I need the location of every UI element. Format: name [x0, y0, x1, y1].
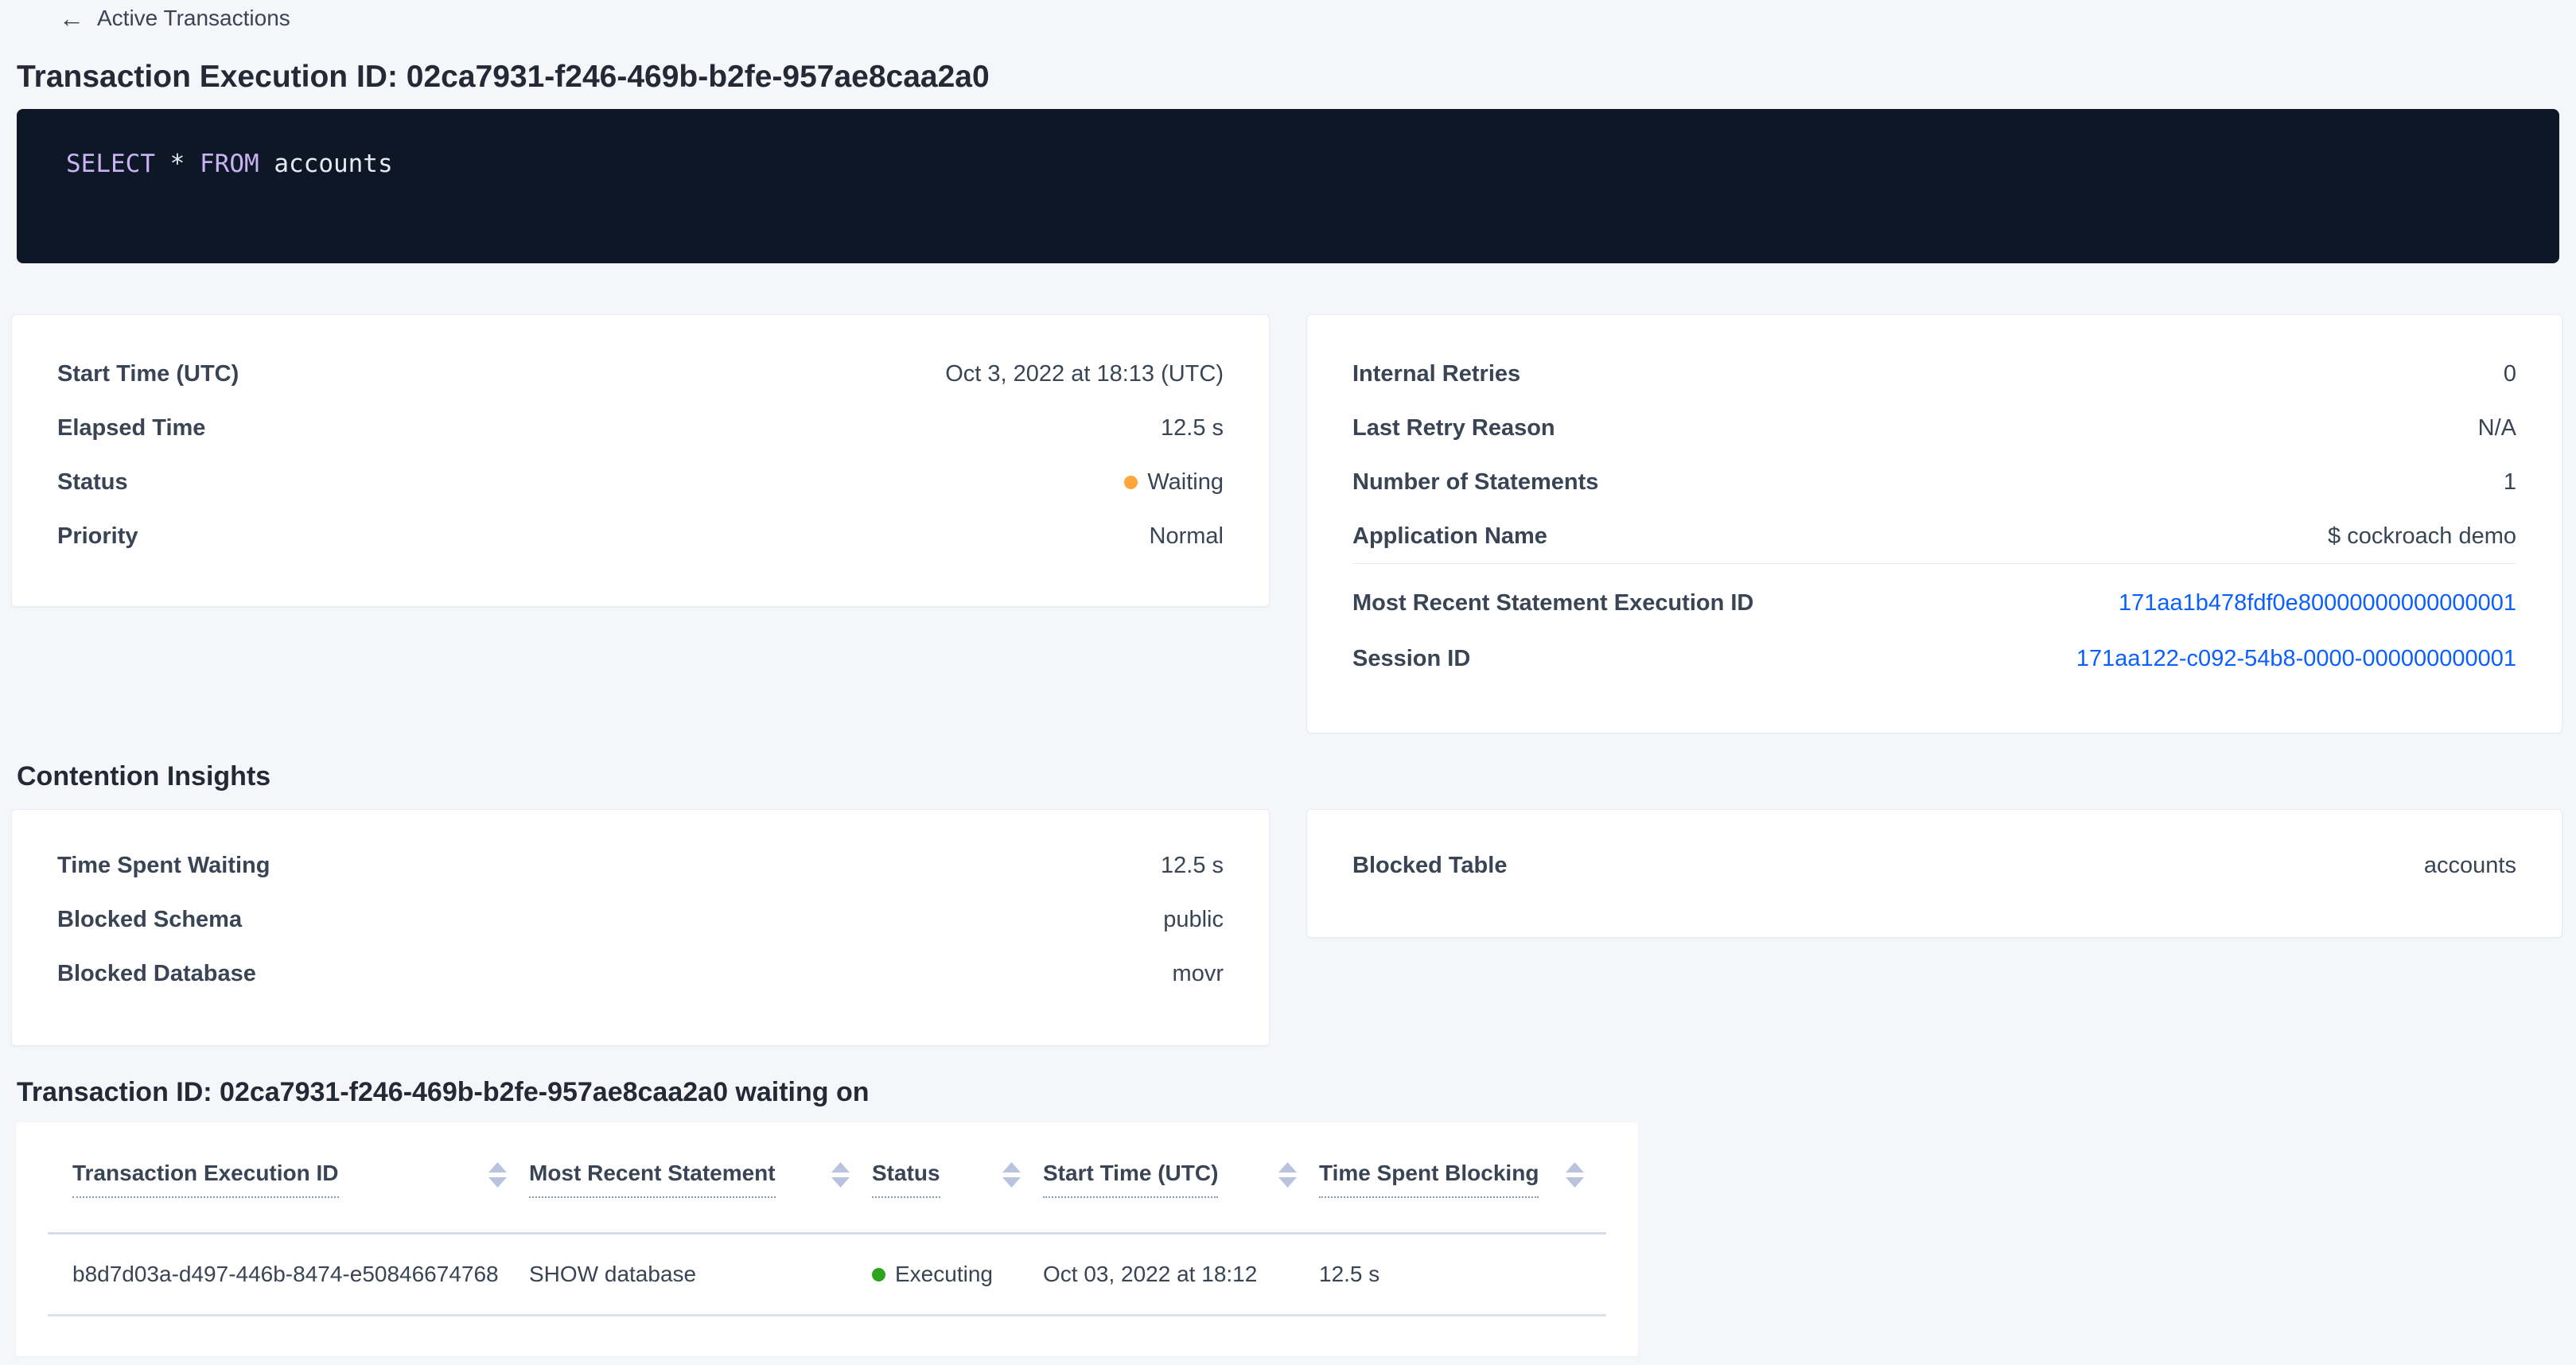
statement-count-value: 1	[2504, 469, 2516, 496]
table-row-line: b8d7d03a-d497-446b-8474-e50846674768 SHO…	[48, 1235, 1606, 1316]
detail-row: Start Time (UTC) Oct 3, 2022 at 18:13 (U…	[57, 347, 1224, 401]
elapsed-time-value: 12.5 s	[1161, 415, 1224, 441]
contention-insights-heading: Contention Insights	[17, 763, 2576, 790]
detail-row: Blocked Schema public	[57, 892, 1224, 947]
detail-label: Number of Statements	[1352, 469, 1598, 496]
table-header-line: Transaction Execution ID Most Recent Sta…	[48, 1122, 1606, 1235]
detail-label: Blocked Schema	[57, 907, 242, 933]
cell-most-recent-statement: SHOW database	[529, 1262, 872, 1287]
detail-row: Blocked Database movr	[57, 947, 1224, 1001]
blocked-schema-value: public	[1163, 907, 1224, 933]
column-header-label: Start Time (UTC)	[1043, 1161, 1218, 1198]
detail-row: Session ID 171aa122-c092-54b8-0000-00000…	[1352, 631, 2516, 686]
statement-execution-id-link[interactable]: 171aa1b478fdf0e80000000000000001	[2119, 590, 2516, 616]
column-header-label: Transaction Execution ID	[72, 1161, 339, 1198]
start-time-value: Oct 3, 2022 at 18:13 (UTC)	[945, 361, 1224, 387]
summary-card-right: Internal Retries 0 Last Retry Reason N/A…	[1306, 314, 2562, 733]
cell-time-spent-blocking: 12.5 s	[1319, 1262, 1606, 1287]
back-arrow-icon: ←	[59, 6, 84, 30]
detail-label: Priority	[57, 523, 138, 550]
status-waiting-dot-icon	[1124, 476, 1138, 489]
summary-card-left: Start Time (UTC) Oct 3, 2022 at 18:13 (U…	[11, 314, 1270, 607]
column-header-label: Time Spent Blocking	[1319, 1161, 1539, 1198]
blocked-table-value: accounts	[2424, 853, 2516, 879]
detail-label: Elapsed Time	[57, 415, 205, 441]
time-spent-waiting-value: 12.5 s	[1161, 853, 1224, 879]
page-title: Transaction Execution ID: 02ca7931-f246-…	[17, 61, 2576, 93]
sort-icon[interactable]	[1002, 1162, 1021, 1188]
cell-start-time: Oct 03, 2022 at 18:12	[1043, 1262, 1319, 1287]
column-header-label: Most Recent Statement	[529, 1161, 776, 1198]
transaction-details-page: ← Active Transactions Transaction Execut…	[0, 0, 2576, 1365]
waiting-on-heading: Transaction ID: 02ca7931-f246-469b-b2fe-…	[17, 1079, 2576, 1106]
contention-card-right: Blocked Table accounts	[1306, 809, 2562, 938]
column-header-most-recent-statement[interactable]: Most Recent Statement	[529, 1161, 872, 1198]
cell-status: Executing	[872, 1262, 1043, 1287]
sql-keyword-select: SELECT	[66, 150, 155, 178]
detail-row: Internal Retries 0	[1352, 347, 2516, 401]
detail-row: Blocked Table accounts	[1352, 838, 2516, 892]
detail-label: Time Spent Waiting	[57, 853, 270, 879]
summary-cards-row: Start Time (UTC) Oct 3, 2022 at 18:13 (U…	[11, 314, 2562, 733]
table-row: b8d7d03a-d497-446b-8474-e50846674768 SHO…	[48, 1235, 1606, 1314]
detail-row: Number of Statements 1	[1352, 455, 2516, 509]
detail-row: Last Retry Reason N/A	[1352, 401, 2516, 455]
sort-icon[interactable]	[488, 1162, 507, 1188]
status-text: Executing	[895, 1262, 993, 1287]
sql-star: *	[170, 150, 185, 178]
column-header-start-time[interactable]: Start Time (UTC)	[1043, 1161, 1319, 1198]
contention-card-left: Time Spent Waiting 12.5 s Blocked Schema…	[11, 809, 1270, 1046]
detail-label: Blocked Table	[1352, 853, 1507, 879]
column-header-time-spent-blocking[interactable]: Time Spent Blocking	[1319, 1161, 1606, 1198]
sql-keyword-from: FROM	[200, 150, 259, 178]
last-retry-reason-value: N/A	[2478, 415, 2516, 441]
priority-value: Normal	[1150, 523, 1224, 550]
sort-icon[interactable]	[1566, 1162, 1584, 1188]
detail-label: Start Time (UTC)	[57, 361, 239, 387]
contention-cards-row: Time Spent Waiting 12.5 s Blocked Schema…	[11, 809, 2562, 1046]
status-executing-dot-icon	[872, 1268, 885, 1281]
cell-transaction-execution-id: b8d7d03a-d497-446b-8474-e50846674768	[72, 1262, 529, 1287]
breadcrumb-label: Active Transactions	[97, 6, 290, 30]
blocked-database-value: movr	[1173, 961, 1224, 987]
detail-row: Status Waiting	[57, 455, 1224, 509]
card-divider	[1352, 563, 2516, 564]
status-value: Waiting	[1124, 469, 1224, 496]
sort-icon[interactable]	[1278, 1162, 1297, 1188]
detail-row: Most Recent Statement Execution ID 171aa…	[1352, 575, 2516, 631]
detail-label: Blocked Database	[57, 961, 256, 987]
column-header-label: Status	[872, 1161, 940, 1198]
table-header-row: Transaction Execution ID Most Recent Sta…	[48, 1122, 1606, 1232]
session-id-link[interactable]: 171aa122-c092-54b8-0000-000000000001	[2076, 646, 2516, 672]
detail-label: Last Retry Reason	[1352, 415, 1555, 441]
breadcrumb-back-link[interactable]: ← Active Transactions	[0, 0, 290, 30]
detail-row: Application Name $ cockroach demo	[1352, 509, 2516, 563]
sql-statement: SELECT * FROM accounts	[66, 150, 393, 178]
sql-table-identifier: accounts	[274, 150, 392, 178]
detail-label: Most Recent Statement Execution ID	[1352, 590, 1753, 616]
sql-statement-box: SELECT * FROM accounts	[17, 109, 2559, 263]
sort-icon[interactable]	[831, 1162, 850, 1188]
detail-row: Elapsed Time 12.5 s	[57, 401, 1224, 455]
application-name-value: $ cockroach demo	[2328, 523, 2516, 550]
detail-label: Application Name	[1352, 523, 1547, 550]
detail-row: Priority Normal	[57, 509, 1224, 563]
column-header-transaction-execution-id[interactable]: Transaction Execution ID	[72, 1161, 529, 1198]
column-header-status[interactable]: Status	[872, 1161, 1043, 1198]
detail-label: Internal Retries	[1352, 361, 1520, 387]
detail-row: Time Spent Waiting 12.5 s	[57, 838, 1224, 892]
internal-retries-value: 0	[2504, 361, 2516, 387]
status-text: Waiting	[1147, 469, 1224, 496]
detail-label: Status	[57, 469, 128, 496]
waiting-transactions-table: Transaction Execution ID Most Recent Sta…	[16, 1122, 1638, 1356]
detail-label: Session ID	[1352, 646, 1470, 672]
